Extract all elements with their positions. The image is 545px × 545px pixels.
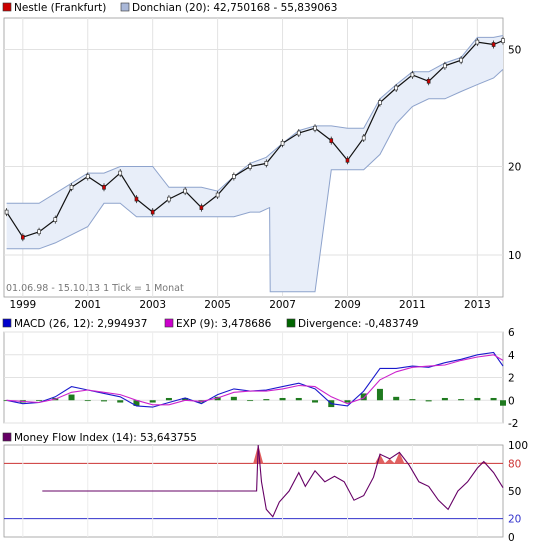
divergence-bar — [409, 399, 416, 401]
mfi-y-tick-label: 50 — [508, 486, 521, 498]
macd-legend: MACD (26, 12): 2,994937 EXP (9): 3,478686… — [2, 318, 419, 330]
divergence-bar — [247, 400, 254, 402]
legend-swatch — [120, 2, 130, 12]
price-candle — [85, 174, 90, 179]
price-candle — [248, 164, 252, 169]
price-candle — [378, 100, 382, 105]
macd-y-tick-label: 2 — [508, 373, 515, 385]
price-x-tick-label: 2001 — [74, 299, 101, 311]
price-x-tick-label: 1999 — [9, 299, 36, 311]
divergence-bar — [230, 396, 237, 401]
divergence-bar — [425, 400, 432, 402]
price-candle — [491, 42, 496, 47]
divergence-bar — [68, 394, 75, 401]
divergence-bar — [36, 400, 43, 402]
price-candle — [199, 205, 204, 210]
price-candle — [443, 63, 447, 69]
price-candle — [232, 174, 236, 179]
macd-y-tick-label: 6 — [508, 327, 515, 339]
price-footnote: 01.06.98 - 15.10.13 1 Tick = 1 Monat — [6, 283, 184, 294]
divergence-bar — [474, 397, 481, 401]
divergence-bar — [458, 399, 465, 401]
price-candle — [280, 140, 285, 146]
divergence-bar — [149, 400, 156, 403]
divergence-bar — [279, 397, 286, 401]
price-x-tick-label: 2007 — [269, 299, 296, 311]
price-y-tick-label: 50 — [508, 45, 521, 57]
legend-label: EXP (9): 3,478686 — [176, 318, 272, 330]
price-candle — [69, 184, 74, 190]
price-candle — [118, 170, 123, 176]
legend-label: MACD (26, 12): 2,994937 — [14, 318, 147, 330]
divergence-bar — [117, 400, 124, 403]
price-candle — [296, 130, 301, 136]
legend-swatch — [286, 318, 296, 328]
price-y-tick-label: 20 — [508, 162, 521, 174]
price-candle — [313, 125, 317, 131]
legend-label: Nestle (Frankfurt) — [14, 2, 106, 14]
legend-swatch — [2, 2, 12, 12]
price-candle — [53, 217, 58, 222]
legend-swatch — [164, 318, 174, 328]
nestle-technical-chart: Nestle (Frankfurt) Donchian (20): 42,7501… — [2, 2, 528, 544]
price-candle — [167, 196, 171, 202]
mfi-panel: 100 80 50 20 0 — [3, 440, 528, 544]
mfi-y-tick-label: 80 — [508, 458, 521, 470]
divergence-bar — [263, 399, 270, 401]
divergence-bar — [312, 400, 319, 403]
mfi-y-tick-label: 0 — [508, 532, 515, 544]
legend-label: Money Flow Index (14): 53,643755 — [14, 432, 197, 444]
price-x-tick-label: 2003 — [139, 299, 166, 311]
divergence-bar — [393, 396, 400, 401]
price-candle — [215, 192, 220, 198]
price-x-tick-label: 2009 — [334, 299, 361, 311]
divergence-bar — [376, 388, 383, 401]
legend-label: Donchian (20): 42,750168 - 55,839063 — [132, 2, 337, 14]
price-panel: 50 20 10 1999 2001 2003 2005 2007 2009 2011 2013 01… — [3, 17, 521, 311]
price-candle — [183, 188, 187, 194]
legend-swatch — [2, 432, 12, 442]
price-candle — [410, 72, 415, 78]
legend-label: Divergence: -0,483749 — [298, 318, 419, 330]
macd-y-tick-label: 0 — [508, 395, 515, 407]
price-candle — [150, 209, 155, 215]
divergence-bar — [344, 400, 351, 403]
divergence-bar — [490, 397, 497, 401]
price-x-tick-label: 2011 — [399, 299, 426, 311]
price-candle — [21, 234, 25, 240]
divergence-bar — [165, 397, 172, 401]
divergence-bar — [100, 400, 107, 402]
mfi-y-tick-label: 100 — [508, 440, 528, 452]
price-candle — [37, 229, 41, 235]
price-x-tick-label: 2005 — [204, 299, 231, 311]
price-candle — [426, 78, 431, 84]
price-candle — [264, 161, 269, 166]
price-candle — [134, 196, 139, 202]
macd-panel: 6 4 2 0 -2 — [3, 327, 518, 430]
macd-y-tick-label: -2 — [508, 418, 518, 430]
divergence-bar — [500, 400, 506, 406]
price-candle — [102, 184, 106, 190]
price-y-tick-label: 10 — [508, 250, 521, 262]
mfi-y-tick-label: 20 — [508, 514, 521, 526]
price-candle — [345, 158, 350, 163]
divergence-bar — [295, 397, 302, 401]
divergence-bar — [441, 397, 448, 401]
price-legend: Nestle (Frankfurt) Donchian (20): 42,7501… — [2, 2, 337, 14]
price-x-tick-label: 2013 — [464, 299, 491, 311]
divergence-bar — [84, 400, 91, 402]
macd-y-tick-label: 4 — [508, 350, 515, 362]
price-candle — [4, 209, 9, 215]
mfi-legend: Money Flow Index (14): 53,643755 — [2, 432, 197, 444]
price-candle — [329, 138, 334, 143]
price-candle — [475, 39, 480, 45]
price-candle — [459, 57, 463, 63]
price-candle — [394, 85, 398, 91]
price-candle — [501, 38, 505, 43]
price-candle — [361, 135, 366, 141]
legend-swatch — [2, 318, 12, 328]
